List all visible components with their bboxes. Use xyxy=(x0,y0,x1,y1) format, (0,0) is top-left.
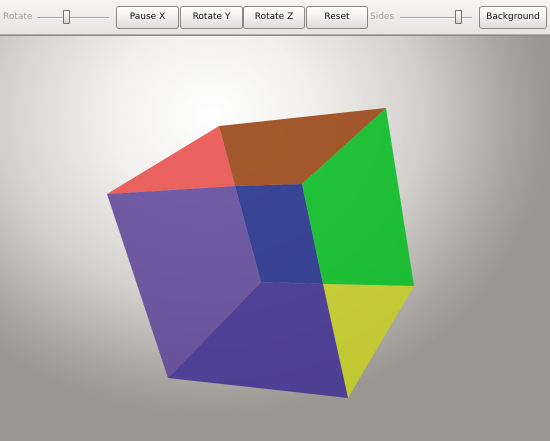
rotate-z-button[interactable]: Rotate Z xyxy=(243,6,305,29)
sides-slider[interactable] xyxy=(400,10,472,26)
cube-canvas[interactable] xyxy=(0,36,550,441)
toolbar: Rotate Pause X Rotate Y Rotate Z Reset S… xyxy=(0,0,550,35)
rotate-label: Rotate xyxy=(3,12,33,22)
reset-button[interactable]: Reset xyxy=(306,6,368,29)
rotate-slider-track[interactable] xyxy=(37,17,109,19)
rotate-y-button[interactable]: Rotate Y xyxy=(180,6,243,29)
background-button[interactable]: Background xyxy=(479,6,547,29)
rotate-slider[interactable] xyxy=(37,10,109,26)
sides-label: Sides xyxy=(370,12,395,22)
rotate-slider-thumb[interactable] xyxy=(63,10,70,24)
cube-face-top xyxy=(107,126,235,194)
sides-slider-thumb[interactable] xyxy=(455,10,462,24)
3d-viewport[interactable] xyxy=(0,36,550,441)
pause-x-button[interactable]: Pause X xyxy=(116,6,179,29)
